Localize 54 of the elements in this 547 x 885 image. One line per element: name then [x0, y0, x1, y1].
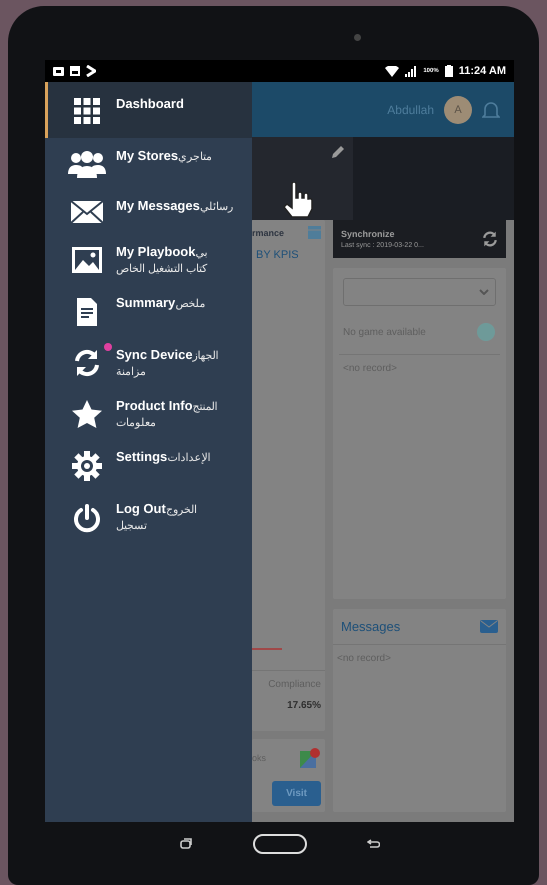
wifi-icon — [385, 66, 400, 76]
camera-icon — [354, 34, 361, 41]
arabic-label: تسجيل — [116, 519, 148, 532]
menu-label: Sync Device — [116, 347, 193, 362]
menu-label: Log Out — [116, 501, 166, 516]
arabic-label: الخروج — [166, 504, 197, 516]
status-time: 11:24 AM — [458, 65, 506, 77]
menu-label: My Messages — [116, 198, 200, 213]
notification-bell-icon[interactable] — [482, 100, 500, 120]
notification-dot — [104, 343, 112, 351]
document-icon — [75, 297, 99, 327]
arabic-label: الإعدادات — [167, 451, 210, 464]
pencil-icon[interactable] — [331, 145, 345, 159]
envelope-icon[interactable] — [480, 620, 498, 633]
signal-icon — [405, 66, 418, 76]
arabic-label: بي — [195, 247, 208, 259]
arabic-label: ملخص — [175, 297, 206, 310]
menu-label: My Stores — [116, 148, 178, 163]
menu-label: Summary — [116, 295, 176, 310]
menu-label: Settings — [116, 449, 168, 464]
recent-apps-icon[interactable] — [180, 838, 192, 849]
drawer-menu-item[interactable]: Dashboard — [45, 82, 252, 138]
arabic-label: متاجري — [178, 150, 212, 163]
power-icon — [72, 503, 102, 533]
arabic-label: الجهاز — [192, 350, 219, 362]
sync-arrows-icon — [73, 349, 101, 377]
envelope-icon — [70, 200, 104, 224]
home-button[interactable] — [252, 834, 306, 854]
arabic-label: معلومات — [116, 416, 157, 429]
chevron-notification-icon — [86, 65, 96, 77]
menu-label: Product Info — [116, 398, 193, 413]
people-group-icon — [68, 150, 106, 178]
calendar-icon[interactable] — [308, 226, 321, 239]
map-pin-icon[interactable] — [299, 747, 321, 769]
menu-label: My Playbook — [116, 244, 196, 259]
arabic-label: رسائلي — [200, 200, 233, 213]
grid-icon — [74, 98, 100, 124]
arabic-label: مزامنة — [116, 365, 147, 378]
star-icon — [72, 400, 102, 428]
back-icon[interactable] — [366, 838, 380, 848]
video-notification-icon — [53, 66, 64, 76]
arabic-label: المنتج — [192, 400, 218, 413]
battery-icon — [444, 65, 453, 77]
compliance-value: 17.65% — [287, 700, 321, 711]
menu-label: Dashboard — [116, 96, 184, 111]
image-notification-icon — [70, 66, 80, 76]
messages-title: Messages — [341, 619, 400, 634]
chevron-down-icon — [479, 289, 489, 295]
card-title: rmance — [252, 228, 284, 238]
game-dropdown[interactable] — [343, 278, 496, 306]
sync-title: Synchronize — [341, 228, 396, 238]
arabic-label: كتاب التشغيل الخاص — [116, 262, 208, 275]
sync-arrows-icon[interactable] — [482, 231, 498, 247]
image-icon — [71, 246, 103, 274]
